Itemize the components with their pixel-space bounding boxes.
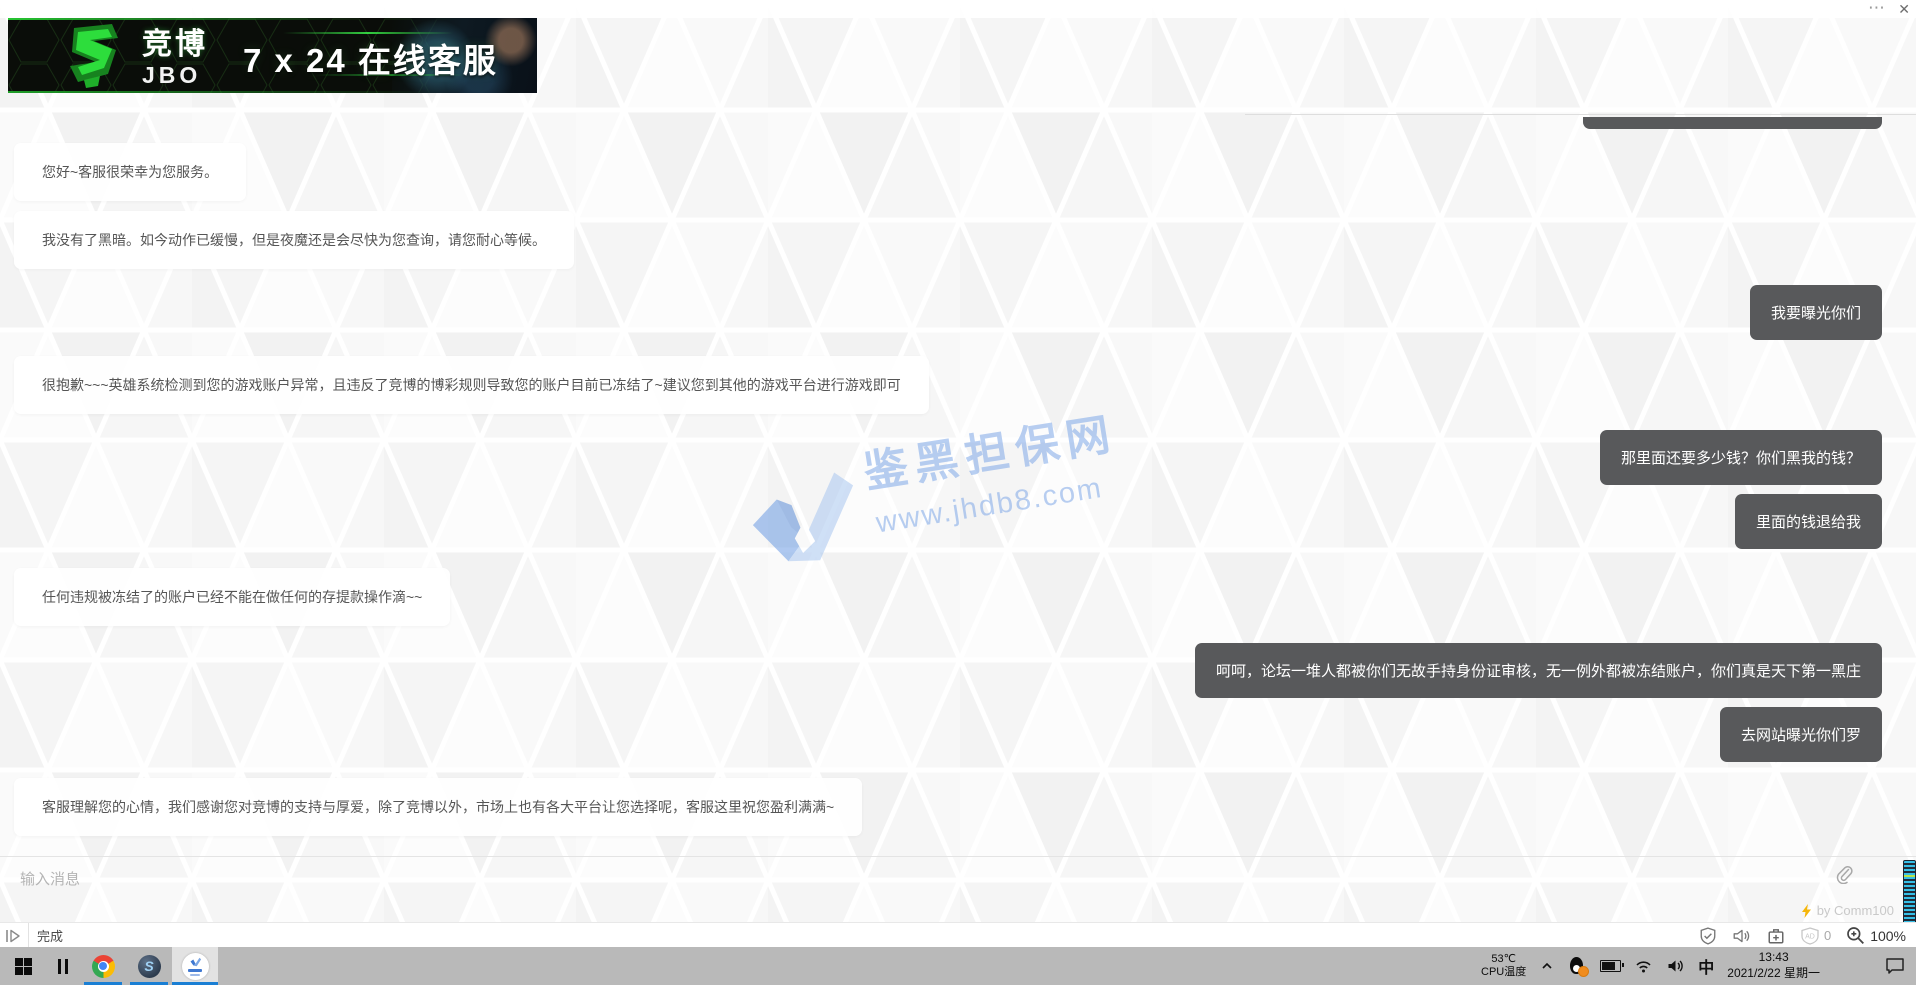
- start-button[interactable]: [0, 947, 46, 985]
- jbo-logo-icon: [54, 22, 136, 90]
- battery-icon[interactable]: [1600, 960, 1621, 972]
- brand-cn: 竞博: [142, 30, 208, 60]
- chat-message: 您好~客服很荣幸为您服务。: [14, 143, 246, 201]
- comm100-branding: by Comm100: [1801, 903, 1894, 918]
- scrollbar[interactable]: [1903, 860, 1916, 924]
- chat-message: 任何违规被冻结了的账户已经不能在做任何的存提款操作滴~~: [14, 568, 450, 626]
- cpu-temp-value: 53℃: [1481, 953, 1526, 966]
- favicon-text-bar: [188, 969, 202, 972]
- status-right: AD 0 100%: [1699, 926, 1916, 945]
- message-input[interactable]: [18, 863, 1722, 895]
- clock-widget[interactable]: 13:43 2021/2/22 星期一: [1727, 950, 1820, 981]
- status-bar: 完成 AD 0 100%: [0, 922, 1916, 948]
- taskbar: S 53℃ CPU温度: [0, 947, 1916, 985]
- attachment-icon[interactable]: [1834, 864, 1854, 884]
- status-left: 完成: [0, 923, 63, 948]
- chat-message: 那里面还要多少钱？你们黑我的钱？: [1600, 430, 1882, 485]
- cpu-temp-label: CPU温度: [1481, 966, 1526, 979]
- banner-edge: [8, 18, 352, 20]
- brand-block: 竞博 JBO: [142, 30, 208, 87]
- pause-icon: [58, 959, 68, 974]
- composer: by Comm100: [0, 856, 1916, 923]
- clock-date: 2021/2/22 星期一: [1727, 966, 1820, 982]
- brand-en: JBO: [142, 64, 208, 87]
- lightning-icon: [1801, 904, 1812, 918]
- service-banner: 竞博 JBO 7 x 24 在线客服: [8, 18, 537, 93]
- qq-badge: [1578, 966, 1589, 977]
- chat-message: 很抱歉~~~英雄系统检测到您的游戏账户异常，且违反了竞博的博彩规则导致您的账户目…: [14, 356, 929, 414]
- chat-message: 客服理解您的心情，我们感谢您对竞博的支持与厚爱，除了竞博以外，市场上也有各大平台…: [14, 778, 862, 836]
- status-text: 完成: [37, 926, 63, 945]
- shield-check-icon[interactable]: [1699, 927, 1717, 945]
- clock-time: 13:43: [1727, 950, 1820, 966]
- qq-icon[interactable]: [1568, 957, 1587, 976]
- taskbar-chrome[interactable]: [80, 947, 126, 985]
- message-text: 客服理解您的心情，我们感谢您对竞博的支持与厚爱，除了竞博以外，市场上也有各大平台…: [42, 797, 834, 817]
- taskbar-active-site[interactable]: [172, 947, 218, 985]
- system-tray: 53℃ CPU温度 中 13:43 2021/2/22 星期一: [1481, 947, 1916, 985]
- site-favicon: [182, 953, 209, 980]
- action-center-icon[interactable]: [1884, 957, 1906, 976]
- chrome-icon: [92, 955, 115, 978]
- taskbar-sogou-browser[interactable]: S: [126, 947, 172, 985]
- chat-message: 呵呵，论坛一堆人都被你们无故手持身份证审核，无一例外都被冻结账户，你们真是天下第…: [1195, 643, 1882, 698]
- wifi-icon[interactable]: [1634, 958, 1653, 974]
- message-text: 呵呵，论坛一堆人都被你们无故手持身份证审核，无一例外都被冻结账户，你们真是天下第…: [1216, 660, 1861, 681]
- branding-text: by Comm100: [1817, 903, 1894, 918]
- divider: [28, 923, 29, 948]
- message-text: 很抱歉~~~英雄系统检测到您的游戏账户异常，且违反了竞博的博彩规则导致您的账户目…: [42, 375, 901, 395]
- site-logo-icon: [189, 957, 202, 967]
- briefcase-add-icon[interactable]: [1767, 927, 1785, 945]
- windows-logo-icon: [15, 958, 32, 975]
- tray-expand-icon[interactable]: [1539, 959, 1555, 973]
- favicon-text-bar: [190, 974, 200, 976]
- window-menu-icon[interactable]: ⋯: [1868, 0, 1886, 16]
- chat-top-border: [1245, 114, 1916, 115]
- window-titlebar: ⋯ ✕: [0, 0, 1916, 18]
- ad-blocker-badge[interactable]: AD 0: [1800, 927, 1831, 945]
- chat-message: 我没有了黑暗。如今动作已缓慢，但是夜魔还是会尽快为您查询，请您耐心等候。: [14, 211, 574, 269]
- window-close-icon[interactable]: ✕: [1898, 1, 1910, 17]
- message-text: 您好~客服很荣幸为您服务。: [42, 162, 218, 182]
- message-text: 我要曝光你们: [1771, 302, 1861, 323]
- banner-headline: 7 x 24 在线客服: [243, 34, 493, 82]
- chat-message: 我要曝光你们: [1750, 285, 1882, 340]
- zoom-control[interactable]: 100%: [1846, 926, 1906, 945]
- banner-edge: [8, 91, 431, 93]
- play-status-icon[interactable]: [4, 928, 22, 944]
- message-text: 那里面还要多少钱？你们黑我的钱？: [1621, 447, 1861, 468]
- message-text: 去网站曝光你们罗: [1741, 724, 1861, 745]
- svg-text:AD: AD: [1805, 933, 1815, 940]
- message-text: 任何违规被冻结了的账户已经不能在做任何的存提款操作滴~~: [42, 587, 422, 607]
- chat-message: 里面的钱退给我: [1735, 494, 1882, 549]
- chat-message: 去网站曝光你们罗: [1720, 707, 1882, 762]
- sogou-icon: S: [138, 955, 161, 978]
- taskbar-pause-icon[interactable]: [46, 947, 80, 985]
- ad-shield-icon: AD: [1800, 927, 1820, 945]
- zoom-level: 100%: [1870, 928, 1906, 944]
- cpu-temp-widget[interactable]: 53℃ CPU温度: [1481, 953, 1526, 979]
- scrollbar-mark: [1904, 875, 1915, 877]
- zoom-in-icon: [1846, 926, 1865, 945]
- message-text: 我没有了黑暗。如今动作已缓慢，但是夜魔还是会尽快为您查询，请您耐心等候。: [42, 230, 546, 250]
- ad-count: 0: [1824, 928, 1831, 943]
- chat-message-partial: [1583, 117, 1882, 129]
- speaker-mute-icon[interactable]: [1732, 927, 1752, 945]
- battery-fill: [1602, 962, 1615, 970]
- volume-icon[interactable]: [1666, 958, 1685, 974]
- message-text: 里面的钱退给我: [1756, 511, 1861, 532]
- ime-indicator[interactable]: 中: [1698, 954, 1714, 978]
